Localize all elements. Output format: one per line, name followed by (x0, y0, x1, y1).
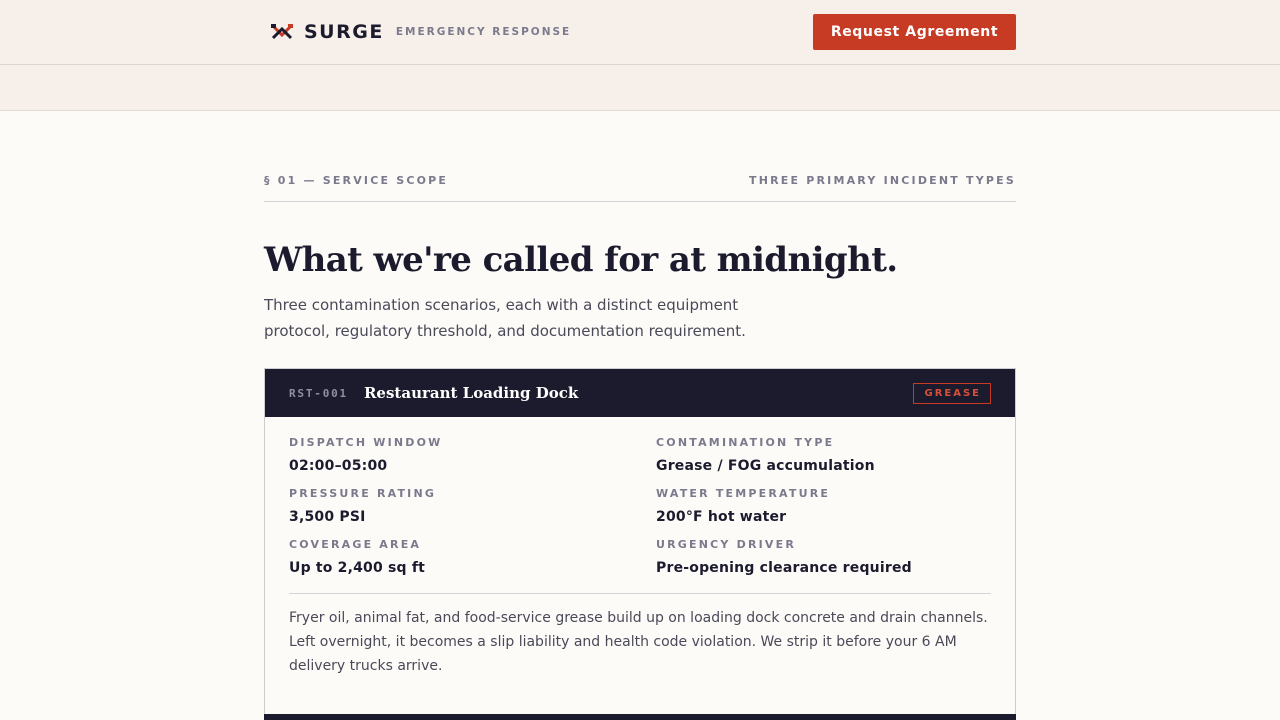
section-eyebrow-row: § 01 — SERVICE SCOPE THREE PRIMARY INCID… (264, 174, 1016, 202)
incident-type-badge: GREASE (913, 382, 991, 404)
incident-description: Fryer oil, animal fat, and food-service … (289, 610, 988, 674)
spec-label: DISPATCH WINDOW (289, 436, 443, 449)
spec-contamination-type: CONTAMINATION TYPE Grease / FOG accumula… (656, 436, 991, 474)
spec-urgency-driver: URGENCY DRIVER Pre-opening clearance req… (656, 538, 991, 576)
incident-code: RST-001 (289, 386, 348, 400)
header-band (0, 65, 1280, 111)
incident-specs: DISPATCH WINDOW 02:00–05:00 CONTAMINATIO… (265, 417, 1015, 576)
incident-card-header: RST-001 Restaurant Loading Dock GREASE (265, 369, 1015, 417)
spec-label: WATER TEMPERATURE (656, 487, 831, 500)
spec-value: 200°F hot water (656, 509, 787, 525)
spec-pressure-rating: PRESSURE RATING 3,500 PSI (289, 487, 656, 525)
spec-dispatch-window: DISPATCH WINDOW 02:00–05:00 (289, 436, 656, 474)
section-headline: What we're called for at midnight. (264, 240, 898, 280)
spec-coverage-area: COVERAGE AREA Up to 2,400 sq ft (289, 538, 656, 576)
spec-water-temperature: WATER TEMPERATURE 200°F hot water (656, 487, 991, 525)
spec-label: URGENCY DRIVER (656, 538, 797, 551)
section-lede: Three contamination scenarios, each with… (264, 296, 746, 340)
brand-name: SURGE (304, 21, 384, 43)
spec-label: COVERAGE AREA (289, 538, 422, 551)
site-header: SURGE EMERGENCY RESPONSE Request Agreeme… (0, 0, 1280, 65)
section-number-label: § 01 — SERVICE SCOPE (264, 174, 449, 187)
request-agreement-button[interactable]: Request Agreement (813, 14, 1016, 50)
brand-tagline: EMERGENCY RESPONSE (395, 26, 572, 38)
spec-label: CONTAMINATION TYPE (656, 436, 835, 449)
spec-value: 02:00–05:00 (289, 458, 388, 474)
spec-label: PRESSURE RATING (289, 487, 437, 500)
spec-value: Pre-opening clearance required (656, 560, 912, 576)
incident-title: Restaurant Loading Dock (363, 384, 579, 402)
section-meta-label: THREE PRIMARY INCIDENT TYPES (748, 174, 1016, 187)
spec-value: 3,500 PSI (289, 509, 366, 525)
crossed-hammer-icon (271, 24, 293, 40)
spec-value: Grease / FOG accumulation (656, 458, 875, 474)
brand[interactable]: SURGE EMERGENCY RESPONSE (264, 0, 571, 64)
next-incident-card-header (264, 714, 1016, 720)
spec-value: Up to 2,400 sq ft (289, 560, 426, 576)
incident-card: RST-001 Restaurant Loading Dock GREASE D… (264, 368, 1016, 720)
